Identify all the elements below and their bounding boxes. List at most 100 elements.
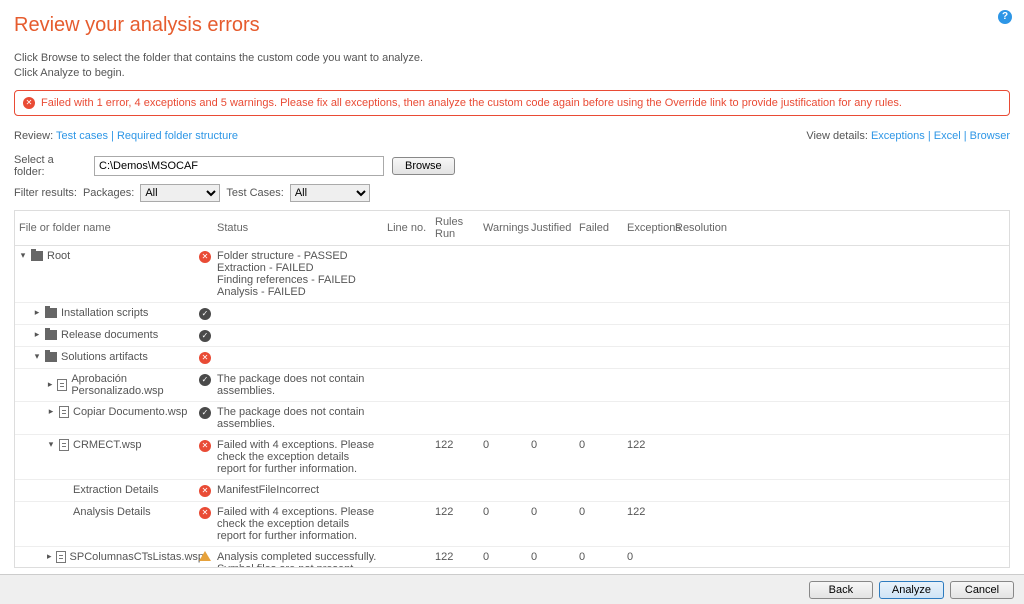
row-warnings <box>479 324 527 346</box>
row-line <box>383 479 431 501</box>
col-warnings[interactable]: Warnings <box>479 211 527 246</box>
subtext: Click Browse to select the folder that c… <box>14 51 1010 82</box>
link-browser[interactable]: Browser <box>970 130 1010 142</box>
row-failed <box>575 401 623 434</box>
table-row[interactable]: ▸Aprobación Personalizado.wsp✓The packag… <box>15 368 1009 401</box>
file-icon <box>57 379 67 391</box>
expand-caret[interactable]: ▸ <box>47 551 52 562</box>
row-name: Analysis Details <box>73 506 151 518</box>
col-exceptions[interactable]: Exceptions <box>623 211 671 246</box>
expand-caret[interactable]: ▸ <box>33 307 41 318</box>
packages-label: Packages: <box>83 187 134 199</box>
row-justified <box>527 368 575 401</box>
row-resolution <box>671 346 1009 368</box>
status-error-icon: ✕ <box>199 440 211 452</box>
error-icon: ✕ <box>23 97 35 109</box>
row-failed <box>575 302 623 324</box>
file-icon <box>56 551 66 563</box>
row-rules: 122 <box>431 501 479 546</box>
row-rules <box>431 368 479 401</box>
col-resolution[interactable]: Resolution <box>671 211 1009 246</box>
row-name: Root <box>47 250 70 262</box>
table-row[interactable]: Analysis Details✕Failed with 4 exception… <box>15 501 1009 546</box>
packages-select[interactable]: All <box>140 184 220 202</box>
expand-caret[interactable]: ▸ <box>47 406 55 417</box>
row-exceptions <box>623 302 671 324</box>
page-title: Review your analysis errors <box>14 14 1010 37</box>
status-ok-icon: ✓ <box>199 374 211 386</box>
row-resolution <box>671 479 1009 501</box>
results-table-wrap[interactable]: File or folder name Status Line no. Rule… <box>14 210 1010 568</box>
row-line <box>383 346 431 368</box>
table-row[interactable]: Extraction Details✕ManifestFileIncorrect <box>15 479 1009 501</box>
row-resolution <box>671 434 1009 479</box>
file-icon <box>59 406 69 418</box>
row-justified <box>527 324 575 346</box>
row-justified <box>527 302 575 324</box>
folder-input[interactable] <box>94 156 384 176</box>
row-exceptions <box>623 245 671 302</box>
testcases-select[interactable]: All <box>290 184 370 202</box>
folder-icon <box>31 251 43 261</box>
row-name: Solutions artifacts <box>61 351 148 363</box>
row-status <box>213 346 383 368</box>
back-button[interactable]: Back <box>809 581 873 599</box>
table-row[interactable]: ▾ Solutions artifacts ✕ <box>15 346 1009 368</box>
row-failed: 0 <box>575 501 623 546</box>
row-status <box>213 302 383 324</box>
row-warnings <box>479 368 527 401</box>
link-required-folder[interactable]: Required folder structure <box>117 130 238 142</box>
col-status[interactable]: Status <box>213 211 383 246</box>
row-name: Installation scripts <box>61 307 148 319</box>
col-failed[interactable]: Failed <box>575 211 623 246</box>
row-warnings: 0 <box>479 434 527 479</box>
table-row[interactable]: ▸Installation scripts✓ <box>15 302 1009 324</box>
expand-caret[interactable]: ▸ <box>47 379 53 390</box>
row-line <box>383 302 431 324</box>
status-ok-icon: ✓ <box>199 330 211 342</box>
folder-icon <box>45 330 57 340</box>
row-resolution <box>671 368 1009 401</box>
col-rules[interactable]: Rules Run <box>431 211 479 246</box>
row-warnings <box>479 302 527 324</box>
expand-caret[interactable]: ▾ <box>33 351 41 362</box>
col-line[interactable]: Line no. <box>383 211 431 246</box>
col-name[interactable]: File or folder name <box>15 211 195 246</box>
row-resolution <box>671 401 1009 434</box>
row-exceptions <box>623 324 671 346</box>
status-error-icon: ✕ <box>199 507 211 519</box>
error-banner: ✕ Failed with 1 error, 4 exceptions and … <box>14 90 1010 116</box>
link-exceptions[interactable]: Exceptions <box>871 130 925 142</box>
row-justified <box>527 401 575 434</box>
table-row[interactable]: ▸Release documents✓ <box>15 324 1009 346</box>
col-justified[interactable]: Justified <box>527 211 575 246</box>
expand-caret[interactable]: ▾ <box>47 439 55 450</box>
link-excel[interactable]: Excel <box>934 130 961 142</box>
analyze-button[interactable]: Analyze <box>879 581 944 599</box>
col-statusicon <box>195 211 213 246</box>
row-line <box>383 401 431 434</box>
status-error-icon: ✕ <box>199 352 211 364</box>
status-error-icon: ✕ <box>199 251 211 263</box>
expand-caret[interactable]: ▸ <box>33 329 41 340</box>
row-failed: 0 <box>575 434 623 479</box>
browse-button[interactable]: Browse <box>392 157 455 175</box>
row-failed <box>575 245 623 302</box>
table-row[interactable]: ▸Copiar Documento.wsp✓The package does n… <box>15 401 1009 434</box>
row-warnings <box>479 401 527 434</box>
link-testcases[interactable]: Test cases <box>56 130 108 142</box>
filter-label: Filter results: <box>14 187 77 199</box>
table-row[interactable]: ▾CRMECT.wsp✕Failed with 4 exceptions. Pl… <box>15 434 1009 479</box>
row-justified <box>527 245 575 302</box>
table-row[interactable]: ▾Root✕Folder structure - PASSEDExtractio… <box>15 245 1009 302</box>
row-name: Extraction Details <box>73 484 159 496</box>
row-name: Copiar Documento.wsp <box>73 406 187 418</box>
row-exceptions: 122 <box>623 501 671 546</box>
table-row[interactable]: ▸SPColumnasCTsListas.wspAnalysis complet… <box>15 546 1009 568</box>
row-justified: 0 <box>527 434 575 479</box>
expand-caret[interactable]: ▾ <box>19 250 27 261</box>
cancel-button[interactable]: Cancel <box>950 581 1014 599</box>
help-icon[interactable]: ? <box>998 10 1012 24</box>
row-status: Analysis completed successfully. Symbol … <box>213 546 383 568</box>
row-exceptions <box>623 401 671 434</box>
